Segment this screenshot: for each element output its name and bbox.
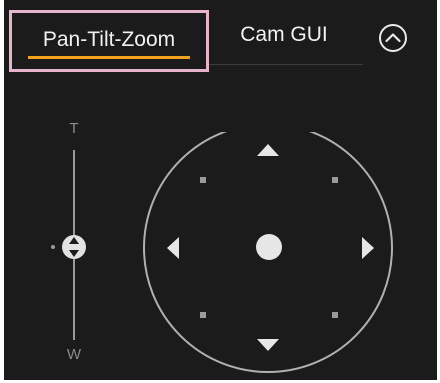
collapse-button[interactable]: [377, 22, 409, 54]
pan-tilt-pad[interactable]: [142, 132, 394, 380]
active-tab-indicator: [28, 56, 190, 59]
pan-right-arrow-icon[interactable]: [362, 237, 374, 259]
tilt-down-arrow-icon[interactable]: [257, 339, 279, 351]
tab-bar: Pan-Tilt-Zoom Cam GUI: [4, 0, 437, 84]
tab-pan-tilt-zoom[interactable]: Pan-Tilt-Zoom: [9, 10, 209, 72]
zoom-control: T W: [44, 120, 104, 370]
pan-tilt-center-button[interactable]: [256, 234, 282, 260]
chevron-up-circle-icon: [379, 24, 407, 52]
down-right-marker-icon[interactable]: [332, 312, 338, 318]
zoom-slider-handle[interactable]: [62, 235, 86, 259]
zoom-slider[interactable]: [44, 120, 104, 370]
pan-left-arrow-icon[interactable]: [167, 237, 179, 259]
down-left-marker-icon[interactable]: [200, 312, 206, 318]
ptz-panel: Pan-Tilt-Zoom Cam GUI T W: [4, 0, 437, 380]
tab-cam-gui-label: Cam GUI: [240, 23, 328, 46]
up-right-marker-icon[interactable]: [332, 177, 338, 183]
up-left-marker-icon[interactable]: [200, 177, 206, 183]
tab-divider: [209, 64, 363, 65]
tilt-up-arrow-icon[interactable]: [257, 144, 279, 156]
zoom-midpoint-tick: [51, 245, 55, 249]
tab-cam-gui[interactable]: Cam GUI: [219, 10, 349, 72]
